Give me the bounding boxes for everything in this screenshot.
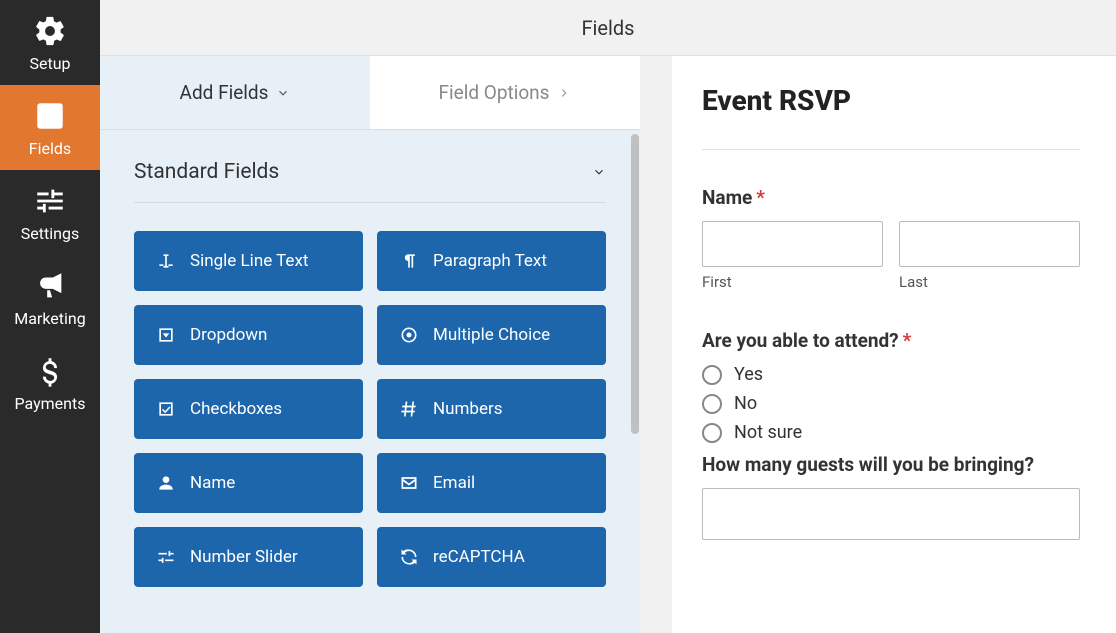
field-label: Multiple Choice	[433, 325, 550, 345]
left-nav: Setup Fields Settings Marketing Payments	[0, 0, 100, 633]
sliders-icon	[33, 184, 67, 218]
nav-item-payments[interactable]: Payments	[0, 340, 100, 425]
main-area: Fields Add Fields Field Options Standard…	[100, 0, 1116, 633]
text-cursor-icon	[156, 251, 176, 271]
field-label: Single Line Text	[190, 251, 308, 271]
scrollbar[interactable]	[630, 130, 640, 633]
nav-item-settings[interactable]: Settings	[0, 170, 100, 255]
field-attend-block: Are you able to attend?* Yes No Not sure	[702, 329, 1080, 443]
field-name[interactable]: Name	[134, 453, 363, 513]
nav-item-setup[interactable]: Setup	[0, 0, 100, 85]
panel-resizer[interactable]	[640, 56, 672, 633]
dollar-icon	[33, 354, 67, 388]
radio-icon	[702, 394, 722, 414]
chevron-right-icon	[557, 86, 571, 100]
attend-label: Are you able to attend?*	[702, 329, 1080, 352]
nav-item-fields[interactable]: Fields	[0, 85, 100, 170]
nav-label-settings: Settings	[21, 224, 79, 243]
radio-label: Not sure	[734, 422, 802, 443]
standard-fields-section: Standard Fields Single Line Text Paragra…	[100, 130, 640, 605]
name-label: Name*	[702, 186, 1080, 209]
radio-not-sure[interactable]: Not sure	[702, 422, 1080, 443]
scrollbar-thumb[interactable]	[631, 134, 639, 434]
field-label: Name	[190, 473, 235, 493]
field-single-line-text[interactable]: Single Line Text	[134, 231, 363, 291]
nav-item-marketing[interactable]: Marketing	[0, 255, 100, 340]
field-numbers[interactable]: Numbers	[377, 379, 606, 439]
field-checkboxes[interactable]: Checkboxes	[134, 379, 363, 439]
caret-square-icon	[156, 325, 176, 345]
fields-panel: Add Fields Field Options Standard Fields	[100, 56, 640, 633]
form-icon	[33, 99, 67, 133]
subtabs: Add Fields Field Options	[100, 56, 640, 130]
last-sublabel: Last	[899, 273, 1080, 291]
first-sublabel: First	[702, 273, 883, 291]
page-header: Fields	[100, 0, 1116, 56]
radio-dot-icon	[399, 325, 419, 345]
recaptcha-icon	[399, 547, 419, 567]
field-label: Numbers	[433, 399, 503, 419]
tab-field-options[interactable]: Field Options	[370, 56, 640, 129]
field-multiple-choice[interactable]: Multiple Choice	[377, 305, 606, 365]
radio-label: Yes	[734, 364, 763, 385]
chevron-down-icon	[276, 86, 290, 100]
section-title: Standard Fields	[134, 160, 279, 184]
radio-icon	[702, 365, 722, 385]
radio-label: No	[734, 393, 757, 414]
field-number-slider[interactable]: Number Slider	[134, 527, 363, 587]
field-guests-block: How many guests will you be bringing?	[702, 453, 1080, 544]
check-square-icon	[156, 399, 176, 419]
field-label: Number Slider	[190, 547, 298, 567]
field-label: Paragraph Text	[433, 251, 547, 271]
form-title: Event RSVP	[702, 84, 1080, 117]
field-name-block: Name* First Last	[702, 186, 1080, 291]
nav-label-fields: Fields	[29, 139, 71, 158]
sliders-h-icon	[156, 547, 176, 567]
nav-label-payments: Payments	[14, 394, 85, 413]
gear-icon	[33, 14, 67, 48]
section-header[interactable]: Standard Fields	[134, 160, 606, 203]
nav-label-marketing: Marketing	[14, 309, 85, 328]
field-recaptcha[interactable]: reCAPTCHA	[377, 527, 606, 587]
hash-icon	[399, 399, 419, 419]
user-icon	[156, 473, 176, 493]
field-label: Dropdown	[190, 325, 267, 345]
field-grid: Single Line Text Paragraph Text Dropdown…	[134, 231, 606, 587]
form-preview: Event RSVP Name* First Last	[672, 56, 1116, 633]
field-label: reCAPTCHA	[433, 547, 525, 567]
paragraph-icon	[399, 251, 419, 271]
field-email[interactable]: Email	[377, 453, 606, 513]
radio-no[interactable]: No	[702, 393, 1080, 414]
required-asterisk: *	[756, 186, 765, 209]
field-label: Checkboxes	[190, 399, 282, 419]
tab-add-fields[interactable]: Add Fields	[100, 56, 370, 129]
field-dropdown[interactable]: Dropdown	[134, 305, 363, 365]
content-row: Add Fields Field Options Standard Fields	[100, 56, 1116, 633]
envelope-icon	[399, 473, 419, 493]
guests-input[interactable]	[702, 488, 1080, 540]
nav-label-setup: Setup	[29, 54, 70, 73]
divider-line	[702, 149, 1080, 150]
field-paragraph-text[interactable]: Paragraph Text	[377, 231, 606, 291]
tab-field-options-label: Field Options	[439, 81, 550, 104]
tab-add-fields-label: Add Fields	[180, 81, 269, 104]
megaphone-icon	[33, 269, 67, 303]
page-title: Fields	[582, 16, 635, 40]
required-asterisk: *	[903, 329, 912, 352]
last-name-input[interactable]	[899, 221, 1080, 267]
field-label: Email	[433, 473, 475, 493]
radio-yes[interactable]: Yes	[702, 364, 1080, 385]
radio-icon	[702, 423, 722, 443]
guests-label: How many guests will you be bringing?	[702, 453, 1080, 476]
first-name-input[interactable]	[702, 221, 883, 267]
chevron-down-icon	[592, 165, 606, 179]
